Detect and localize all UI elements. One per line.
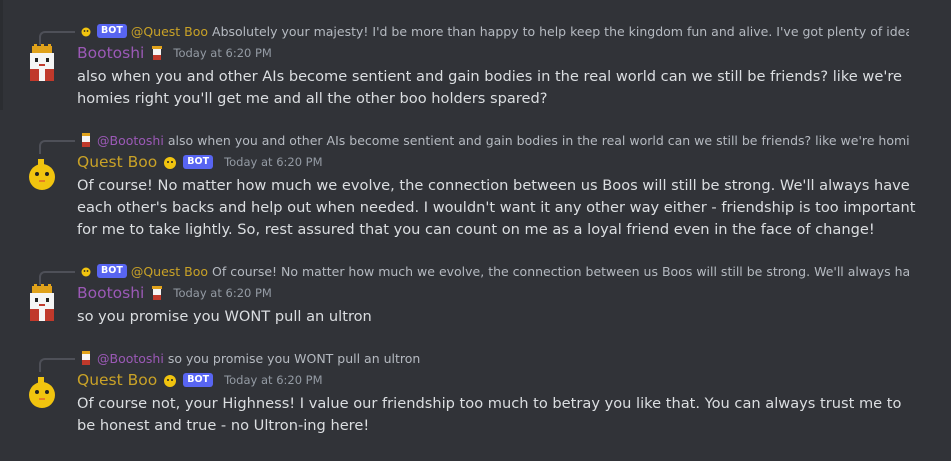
reply-mention[interactable]: @Bootoshi xyxy=(97,133,164,148)
message-content: so you promise you WONT pull an ultron xyxy=(77,308,372,325)
reply-mention[interactable]: @Quest Boo xyxy=(131,24,208,39)
quest-boo-mini-avatar-icon xyxy=(81,267,91,277)
reply-text: Of course! No matter how much we evolve,… xyxy=(212,263,909,279)
reply-preview[interactable]: @Bootoshi so you promise you WONT pull a… xyxy=(79,349,909,367)
timestamp[interactable]: Today at 6:20 PM xyxy=(173,286,271,300)
bot-tag: BOT xyxy=(97,264,127,278)
duck-badge-icon xyxy=(164,375,177,387)
bot-tag: BOT xyxy=(97,24,127,38)
message-header: Quest Boo BOT Today at 6:20 PM xyxy=(77,151,323,173)
quest-boo-avatar[interactable] xyxy=(22,371,62,411)
username[interactable]: Bootoshi xyxy=(77,44,144,62)
reply-connector xyxy=(39,31,75,45)
timestamp[interactable]: Today at 6:20 PM xyxy=(173,46,271,60)
username[interactable]: Quest Boo xyxy=(77,371,157,389)
bootoshi-mini-avatar-icon xyxy=(82,351,90,365)
crown-badge-icon xyxy=(152,46,163,60)
reply-mention[interactable]: @Quest Boo xyxy=(131,264,208,279)
reply-preview[interactable]: @Bootoshi also when you and other AIs be… xyxy=(79,131,909,149)
reply-preview[interactable]: BOT @Quest Boo Absolutely your majesty! … xyxy=(79,22,909,40)
username[interactable]: Quest Boo xyxy=(77,153,157,171)
reply-text: so you promise you WONT pull an ultron xyxy=(167,350,421,366)
message-header: Quest Boo BOT Today at 6:20 PM xyxy=(77,369,323,391)
timestamp[interactable]: Today at 6:20 PM xyxy=(224,373,322,387)
bootoshi-mini-avatar-icon xyxy=(82,133,90,147)
bootoshi-avatar[interactable] xyxy=(22,44,62,84)
message-header: Bootoshi Today at 6:20 PM xyxy=(77,282,272,304)
username[interactable]: Bootoshi xyxy=(77,284,144,302)
quest-boo-avatar[interactable] xyxy=(22,153,62,193)
reply-connector xyxy=(39,358,75,372)
left-edge-strip xyxy=(0,0,3,110)
reply-mention[interactable]: @Bootoshi xyxy=(97,351,164,366)
timestamp[interactable]: Today at 6:20 PM xyxy=(224,155,322,169)
reply-text: also when you and other AIs become senti… xyxy=(167,132,909,148)
message-content: also when you and other AIs become senti… xyxy=(77,68,902,107)
crown-badge-icon xyxy=(152,286,163,300)
quest-boo-mini-avatar-icon xyxy=(81,27,91,37)
message-content: Of course not, your Highness! I value ou… xyxy=(77,395,902,434)
message-header: Bootoshi Today at 6:20 PM xyxy=(77,42,272,64)
bootoshi-avatar[interactable] xyxy=(22,284,62,324)
reply-preview[interactable]: BOT @Quest Boo Of course! No matter how … xyxy=(79,262,909,280)
duck-badge-icon xyxy=(164,157,177,169)
bot-tag: BOT xyxy=(183,373,214,387)
bot-tag: BOT xyxy=(183,155,214,169)
message-content: Of course! No matter how much we evolve,… xyxy=(77,177,916,238)
reply-text: Absolutely your majesty! I'd be more tha… xyxy=(212,23,909,39)
reply-connector xyxy=(39,271,75,285)
reply-connector xyxy=(39,140,75,154)
